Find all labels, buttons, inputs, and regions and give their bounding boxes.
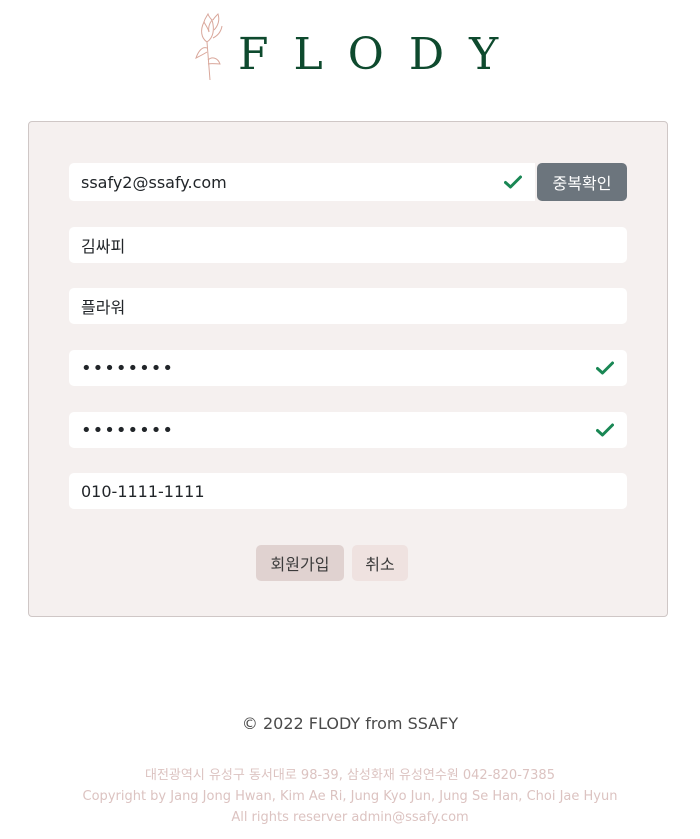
signup-form-card: ssafy2@ssafy.com 중복확인 김싸피 플라워 •••••••• •…	[28, 121, 668, 617]
check-icon	[503, 172, 523, 192]
nickname-value: 플라워	[81, 298, 126, 317]
name-field[interactable]: 김싸피	[69, 227, 627, 263]
duplicate-check-button[interactable]: 중복확인	[537, 163, 627, 201]
signup-button[interactable]: 회원가입	[256, 545, 344, 581]
cancel-button[interactable]: 취소	[352, 545, 408, 581]
email-field[interactable]: ssafy2@ssafy.com	[69, 163, 535, 201]
name-value: 김싸피	[81, 237, 126, 256]
nickname-field[interactable]: 플라워	[69, 288, 627, 324]
footer-copyright: © 2022 FLODY from SSAFY	[241, 714, 459, 733]
phone-field[interactable]: 010-1111-1111	[69, 473, 627, 509]
footer-address: 대전광역시 유성구 동서대로 98-39, 삼성화재 유성연수원 042-820…	[145, 768, 555, 783]
tulip-icon	[195, 12, 223, 81]
password-confirm-field[interactable]: ••••••••	[69, 412, 627, 448]
password-confirm-value: ••••••••	[81, 419, 174, 441]
brand-logo[interactable]: FLODY	[190, 8, 498, 82]
footer-credits: Copyright by Jang Jong Hwan, Kim Ae Ri, …	[82, 789, 618, 804]
check-icon	[595, 358, 615, 378]
password-field[interactable]: ••••••••	[69, 350, 627, 386]
email-value: ssafy2@ssafy.com	[81, 172, 227, 192]
footer-rights: All rights reserver admin@ssafy.com	[231, 810, 469, 825]
check-icon	[595, 420, 615, 440]
password-value: ••••••••	[81, 357, 174, 379]
brand-name: FLODY	[238, 29, 524, 80]
phone-value: 010-1111-1111	[81, 481, 205, 501]
